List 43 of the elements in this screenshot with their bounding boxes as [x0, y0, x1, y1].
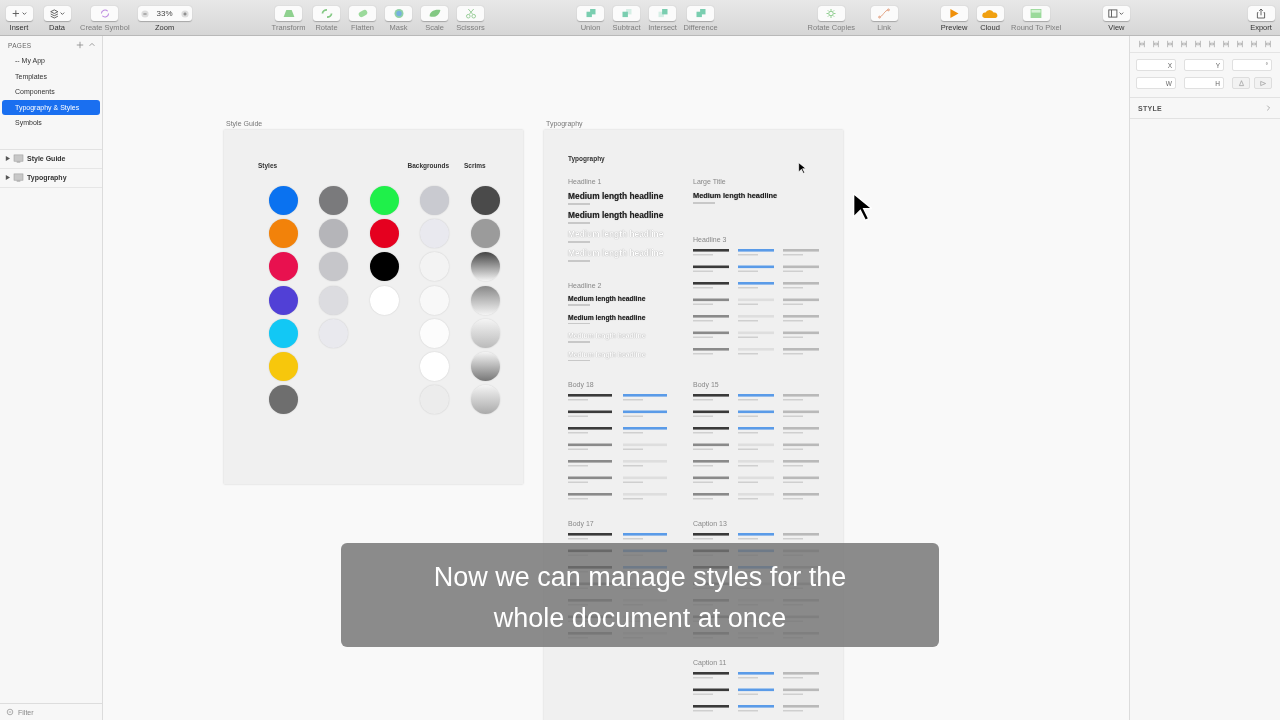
- toolbar-button[interactable]: [421, 6, 448, 21]
- align-icon[interactable]: [1180, 40, 1188, 48]
- plus-icon: [180, 9, 189, 18]
- align-icon[interactable]: [1194, 40, 1202, 48]
- add-page-icon[interactable]: [76, 41, 84, 49]
- minus-icon: [140, 9, 149, 18]
- layers-icon: [48, 8, 66, 19]
- subtitle-caption: Now we can manage styles for the whole document at once: [341, 543, 939, 647]
- align-icon[interactable]: [1264, 40, 1272, 48]
- toolbar-button[interactable]: [43, 6, 71, 21]
- toolbar-button[interactable]: [1247, 6, 1275, 21]
- disclosure-icon[interactable]: [5, 175, 10, 181]
- align-icon[interactable]: [1138, 40, 1146, 48]
- disclosure-icon[interactable]: [5, 156, 10, 162]
- toolbar-button[interactable]: [1102, 6, 1130, 21]
- toolbar-button[interactable]: [940, 6, 968, 21]
- cursor-icon: [852, 192, 872, 222]
- toolbar-button[interactable]: [313, 6, 340, 21]
- plus-icon: [10, 8, 28, 19]
- artboard-icon: [13, 173, 24, 183]
- triangle-icon: [1259, 79, 1267, 87]
- layout-icon: [1107, 8, 1126, 19]
- cursor-icon: [798, 162, 806, 174]
- align-icon[interactable]: [1222, 40, 1230, 48]
- collapse-icon[interactable]: [88, 41, 96, 49]
- align-icon[interactable]: [1208, 40, 1216, 48]
- toolbar-button[interactable]: 33%: [137, 6, 192, 21]
- align-icon[interactable]: [1250, 40, 1258, 48]
- toolbar-button[interactable]: [5, 6, 33, 21]
- flip-button[interactable]: [1254, 77, 1272, 89]
- flip-button[interactable]: [1232, 77, 1250, 89]
- toolbar-button[interactable]: [976, 6, 1004, 21]
- sample-text: Medium length headline: [568, 210, 665, 220]
- artboard-icon: [13, 154, 24, 164]
- align-icon[interactable]: [1236, 40, 1244, 48]
- sample-text: Medium length headline: [568, 191, 665, 201]
- align-icon[interactable]: [1152, 40, 1160, 48]
- cloud-icon: [981, 8, 1000, 19]
- chevron-icon[interactable]: [1264, 104, 1272, 112]
- align-icon[interactable]: [1166, 40, 1174, 48]
- toolbar-button[interactable]: [385, 6, 412, 21]
- filter-icon: [6, 708, 14, 716]
- triangle-icon: [1237, 79, 1245, 87]
